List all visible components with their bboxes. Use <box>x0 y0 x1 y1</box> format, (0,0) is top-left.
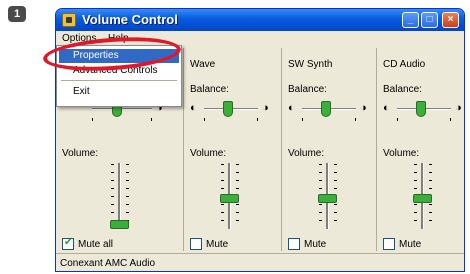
balance-ticks <box>397 118 451 121</box>
mute-label: Mute <box>206 239 229 250</box>
mute-all-checkbox[interactable] <box>62 237 74 250</box>
speaker-right-icon: ◑ <box>262 102 269 114</box>
mute-checkbox[interactable] <box>383 238 395 250</box>
mute-label: Mute <box>399 239 422 250</box>
balance-slider-track[interactable] <box>92 108 152 110</box>
device-name: Conexant AMC Audio <box>60 258 156 269</box>
menu-item-exit[interactable]: Exit <box>59 85 179 99</box>
mute-label: Mute <box>304 239 327 250</box>
volume-ticks-right <box>126 164 129 228</box>
speaker-left-icon: ◐ <box>383 102 390 114</box>
volume-control-icon <box>62 13 76 27</box>
balance-ticks <box>204 118 258 121</box>
mute-all-label: Mute all <box>78 239 114 250</box>
close-button[interactable]: × <box>442 12 459 28</box>
title-bar[interactable]: Volume Control _ □ × <box>56 9 464 31</box>
volume-label: Volume: <box>383 148 420 159</box>
balance-slider-thumb[interactable] <box>416 101 426 117</box>
balance-label: Balance: <box>383 84 422 95</box>
mixer-column-wave: Wave Balance: ◐ ◑ Volume: Mute <box>184 48 282 251</box>
balance-ticks <box>92 118 152 121</box>
minimize-button[interactable]: _ <box>402 12 419 28</box>
step-number-badge: 1 <box>8 6 26 22</box>
volume-label: Volume: <box>288 148 325 159</box>
mute-checkbox[interactable] <box>190 238 202 250</box>
balance-ticks <box>302 118 356 121</box>
speaker-right-icon: ◑ <box>455 102 462 114</box>
column-label: CD Audio <box>383 59 426 70</box>
volume-slider-thumb[interactable] <box>220 194 239 204</box>
speaker-left-icon: ◐ <box>288 102 295 114</box>
window-title: Volume Control <box>82 12 178 27</box>
menu-separator <box>61 80 177 81</box>
volume-ticks-left <box>111 164 114 228</box>
balance-label: Balance: <box>190 84 229 95</box>
column-label: Wave <box>190 59 216 70</box>
balance-label: Balance: <box>288 84 327 95</box>
volume-slider-thumb[interactable] <box>110 220 129 229</box>
speaker-right-icon: ◑ <box>360 102 367 114</box>
volume-slider-thumb[interactable] <box>318 194 337 204</box>
maximize-button[interactable]: □ <box>421 12 438 28</box>
balance-slider-thumb[interactable] <box>321 101 331 117</box>
balance-slider-thumb[interactable] <box>223 101 233 117</box>
volume-label: Volume: <box>62 148 99 159</box>
volume-label: Volume: <box>190 148 227 159</box>
volume-slider-thumb[interactable] <box>413 194 432 204</box>
column-label: SW Synth <box>288 59 333 70</box>
mixer-column-sw-synth: SW Synth Balance: ◐ ◑ Volume: Mute <box>282 48 377 251</box>
mixer-column-cd-audio: CD Audio Balance: ◐ ◑ Volume: Mute <box>377 48 464 251</box>
speaker-left-icon: ◐ <box>190 102 197 114</box>
status-bar: Conexant AMC Audio <box>56 253 464 271</box>
mute-checkbox[interactable] <box>288 238 300 250</box>
